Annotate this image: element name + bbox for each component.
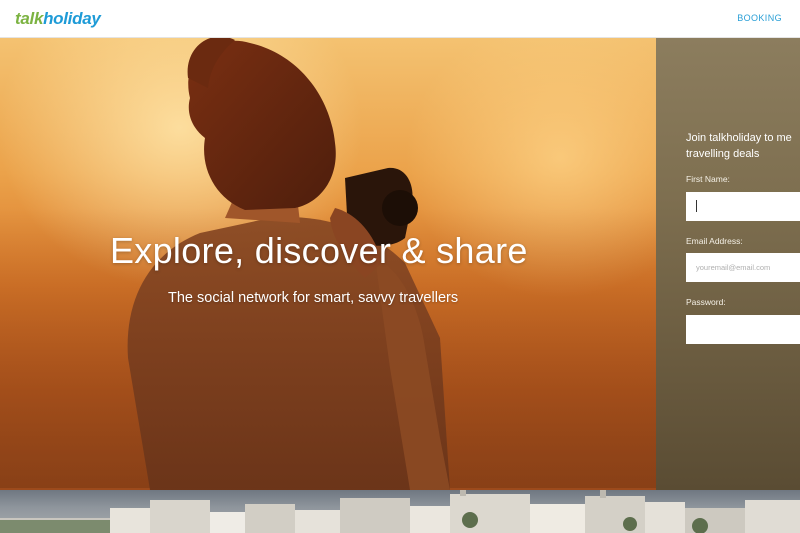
text-cursor <box>696 200 697 212</box>
signup-panel: Join talkholiday to me travelling deals … <box>656 38 800 490</box>
first-name-label: First Name: <box>686 174 730 184</box>
password-input[interactable] <box>686 315 800 344</box>
hero-subtitle: The social network for smart, savvy trav… <box>168 290 459 306</box>
signup-heading: Join talkholiday to me travelling deals <box>686 130 800 162</box>
talkholiday-logo[interactable]: talkholiday <box>15 8 101 30</box>
signup-heading-line-1: Join talkholiday to me <box>686 132 792 144</box>
logo-text-talk: talk <box>15 9 44 28</box>
top-navigation-bar: talkholiday BOOKING <box>0 0 800 38</box>
email-address-input[interactable] <box>686 253 800 282</box>
signup-heading-line-2: travelling deals <box>686 148 760 160</box>
city-buildings-graphic <box>0 490 800 533</box>
logo-text-holiday: holiday <box>43 9 101 28</box>
hero-title: Explore, discover & share <box>110 230 528 271</box>
email-address-label: Email Address: <box>686 236 743 246</box>
city-skyline-image <box>0 490 800 533</box>
password-label: Password: <box>686 297 726 307</box>
first-name-input[interactable] <box>686 192 800 221</box>
nav-booking-link[interactable]: BOOKING <box>737 13 782 23</box>
